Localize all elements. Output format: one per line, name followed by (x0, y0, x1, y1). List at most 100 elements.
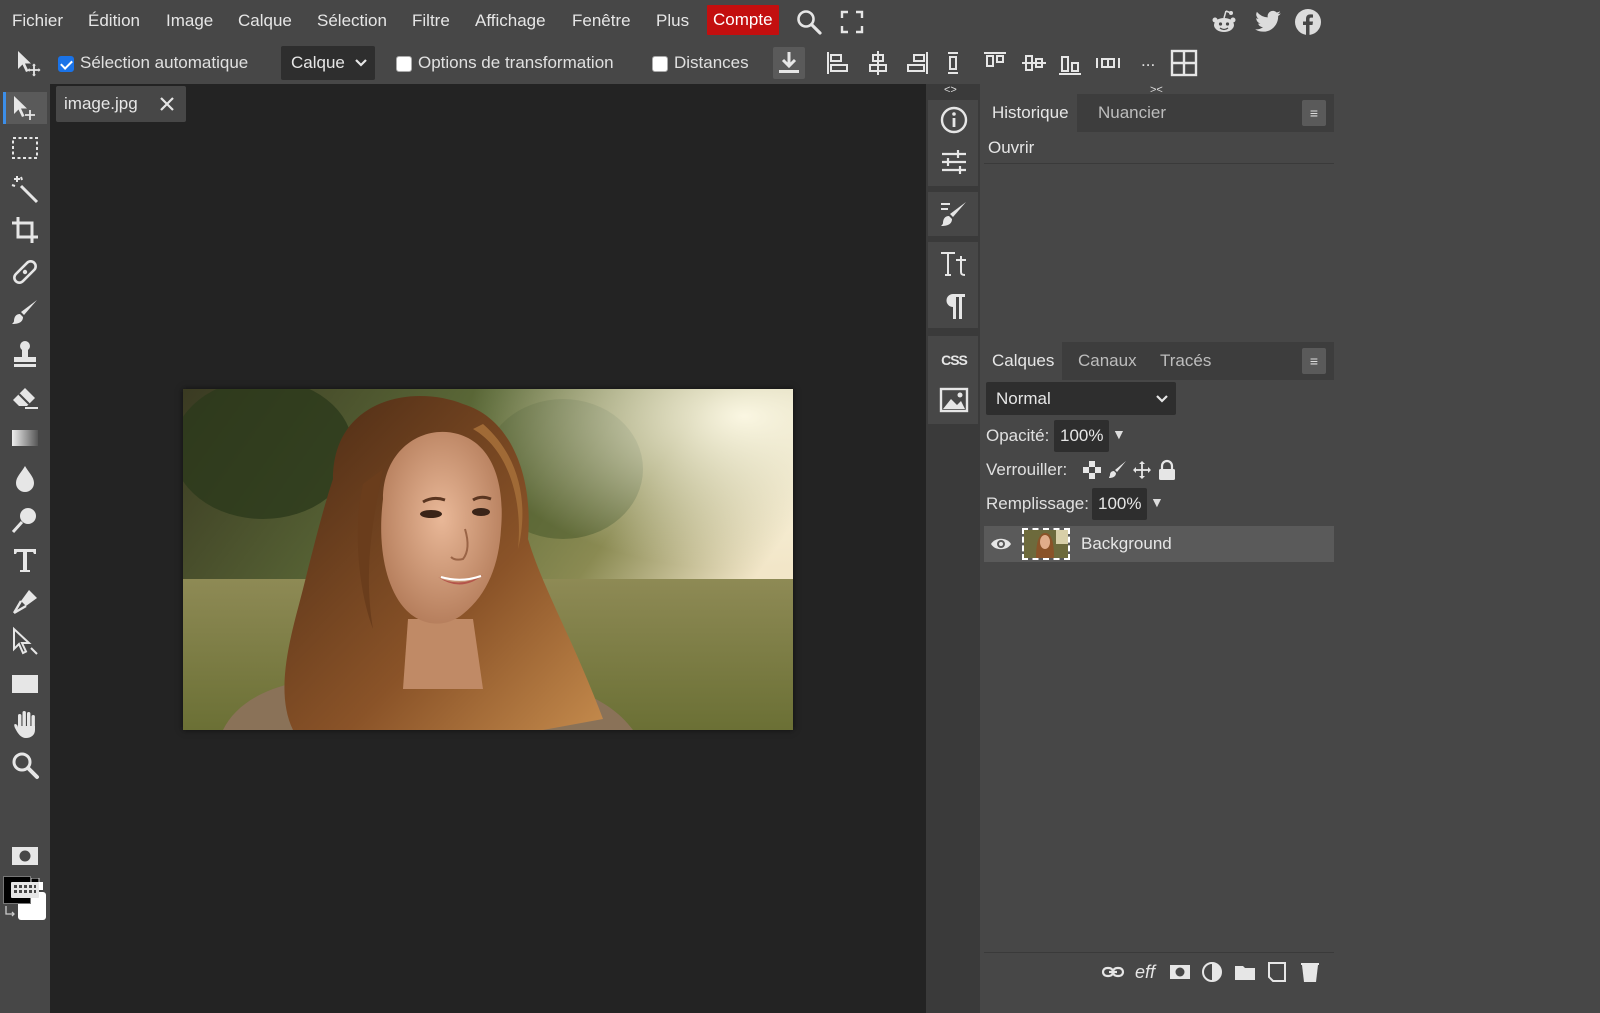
lock-all-icon[interactable] (1157, 459, 1177, 481)
opacity-input[interactable]: 100% (1054, 420, 1109, 452)
layer-effects-icon[interactable]: eff (1135, 960, 1163, 984)
grid-icon[interactable] (1168, 47, 1200, 79)
transform-options-checkbox[interactable] (396, 56, 412, 72)
history-list-empty (984, 165, 1334, 345)
brush-settings-icon[interactable] (938, 198, 970, 230)
search-icon[interactable] (795, 8, 823, 36)
document-canvas-image[interactable] (183, 389, 793, 730)
eye-visibility-icon[interactable] (990, 534, 1012, 554)
layers-panel-menu-button[interactable]: ≡ (1302, 348, 1326, 374)
pen-tool-icon[interactable] (9, 586, 41, 618)
history-panel-menu-button[interactable]: ≡ (1302, 100, 1326, 126)
marquee-tool-icon[interactable] (9, 132, 41, 164)
eraser-tool-icon[interactable] (9, 380, 41, 412)
tab-paths[interactable]: Tracés (1152, 342, 1219, 380)
twitter-icon[interactable] (1254, 8, 1282, 36)
crop-tool-icon[interactable] (9, 214, 41, 246)
delete-layer-trash-icon[interactable] (1298, 960, 1322, 984)
link-layers-icon[interactable] (1101, 960, 1125, 984)
close-icon[interactable] (158, 95, 176, 113)
align-center-h-icon[interactable] (862, 47, 894, 79)
blend-mode-select[interactable]: Normal (986, 382, 1176, 415)
lock-position-move-icon[interactable] (1132, 460, 1152, 480)
chevron-down-icon (355, 46, 367, 80)
move-tool-button[interactable] (3, 92, 47, 124)
distribute-vertical-icon[interactable] (937, 47, 969, 79)
blur-drop-icon[interactable] (9, 462, 41, 494)
brush-tool-icon[interactable] (9, 296, 41, 328)
history-entry-label: Ouvrir (988, 138, 1035, 157)
facebook-icon[interactable] (1294, 8, 1322, 36)
align-bottom-icon[interactable] (1054, 47, 1086, 79)
fill-dropdown-icon[interactable]: ▼ (1150, 494, 1164, 510)
adjustment-layer-icon[interactable] (1200, 960, 1224, 984)
layer-thumbnail (1022, 528, 1070, 560)
layers-panel-tabs: Calques Canaux Tracés ≡ (984, 342, 1334, 380)
move-tool-icon (12, 47, 44, 79)
menu-filter[interactable]: Filtre (412, 9, 450, 33)
history-panel: Historique Nuancier ≡ Ouvrir (984, 94, 1334, 345)
more-options[interactable]: ... (1141, 50, 1155, 72)
menu-window[interactable]: Fenêtre (572, 9, 631, 33)
dodge-tool-icon[interactable] (9, 504, 41, 536)
auto-select-target-select[interactable]: Calque (281, 46, 375, 80)
menu-select[interactable]: Sélection (317, 9, 387, 33)
auto-select-checkbox[interactable] (58, 56, 74, 72)
fullscreen-icon[interactable] (838, 8, 866, 36)
css-icon[interactable]: CSS (938, 344, 970, 376)
image-icon[interactable] (938, 384, 970, 416)
history-entry[interactable]: Ouvrir (984, 132, 1334, 164)
new-group-folder-icon[interactable] (1233, 960, 1257, 984)
menu-layer[interactable]: Calque (238, 9, 292, 33)
align-left-icon[interactable] (822, 47, 854, 79)
text-tool-icon[interactable] (9, 544, 41, 576)
menu-account[interactable]: Compte (707, 5, 779, 35)
tab-layers[interactable]: Calques (984, 342, 1063, 380)
tab-swatches[interactable]: Nuancier (1090, 94, 1174, 132)
quick-mask-icon[interactable] (9, 840, 41, 872)
distribute-horizontal-icon[interactable] (1092, 47, 1124, 79)
gradient-tool-icon[interactable] (9, 422, 41, 454)
character-icon[interactable] (938, 248, 970, 280)
align-right-icon[interactable] (901, 47, 933, 79)
healing-brush-icon[interactable] (9, 256, 41, 288)
swap-colors-icon[interactable] (4, 904, 18, 918)
tools-panel (0, 84, 50, 1013)
panel-icon-strip: <> CSS (926, 84, 980, 1013)
fill-input[interactable]: 100% (1092, 488, 1147, 520)
options-bar: Sélection automatique Calque Options de … (0, 42, 1600, 84)
menu-more[interactable]: Plus (656, 9, 689, 33)
menu-edit[interactable]: Édition (88, 9, 140, 33)
menu-view[interactable]: Affichage (475, 9, 546, 33)
lock-transparency-icon[interactable] (1082, 460, 1102, 480)
layer-name: Background (1081, 534, 1172, 553)
info-icon[interactable] (938, 104, 970, 136)
magic-wand-icon[interactable] (9, 174, 41, 206)
paragraph-icon[interactable] (938, 290, 970, 322)
align-middle-v-icon[interactable] (1018, 47, 1050, 79)
document-tab[interactable]: image.jpg (56, 86, 186, 122)
menu-file[interactable]: Fichier (12, 9, 63, 33)
lock-pixels-brush-icon[interactable] (1108, 460, 1128, 480)
right-margin-area (1334, 84, 1600, 1013)
new-layer-icon[interactable] (1265, 960, 1289, 984)
transform-options-label: Options de transformation (418, 53, 614, 72)
opacity-dropdown-icon[interactable]: ▼ (1112, 426, 1126, 442)
tab-channels[interactable]: Canaux (1070, 342, 1145, 380)
align-top-icon[interactable] (979, 47, 1011, 79)
add-mask-icon[interactable] (1168, 960, 1192, 984)
hand-tool-icon[interactable] (9, 708, 41, 740)
path-select-icon[interactable] (9, 626, 41, 658)
reddit-icon[interactable] (1210, 8, 1238, 36)
zoom-tool-icon[interactable] (9, 750, 41, 782)
menu-image[interactable]: Image (166, 9, 213, 33)
distances-checkbox[interactable] (652, 56, 668, 72)
keyboard-icon[interactable] (9, 874, 41, 906)
download-button[interactable] (773, 47, 805, 79)
collapse-left-toggle[interactable]: <> (944, 84, 957, 96)
tab-history[interactable]: Historique (984, 94, 1077, 132)
adjustments-icon[interactable] (938, 146, 970, 178)
rectangle-shape-icon[interactable] (9, 668, 41, 700)
clone-stamp-icon[interactable] (9, 338, 41, 370)
chevron-down-icon (1156, 382, 1168, 415)
